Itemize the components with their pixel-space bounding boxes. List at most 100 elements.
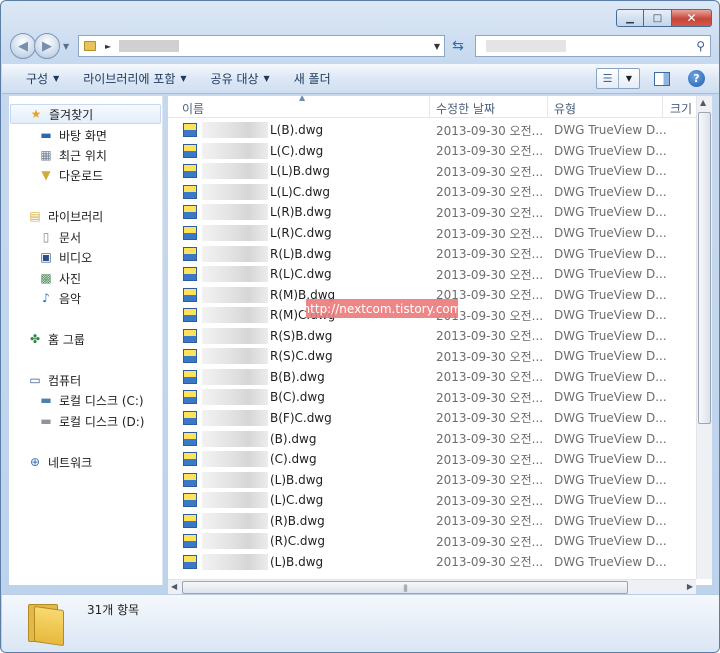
file-row[interactable]: B(F)C.dwg 2013-09-30 오전... DWG TrueView D.… (168, 408, 698, 429)
file-row[interactable]: (L)B.dwg 2013-09-30 오전... DWG TrueView D..… (168, 469, 698, 490)
dwg-file-icon (183, 513, 197, 528)
file-date-modified: 2013-09-30 오전... (436, 205, 544, 220)
nav-documents[interactable]: ▯ 문서 (38, 227, 81, 247)
file-date-modified: 2013-09-30 오전... (436, 164, 544, 179)
column-divider[interactable] (429, 96, 430, 118)
file-row[interactable]: L(L)C.dwg 2013-09-30 오전... DWG TrueView D.… (168, 182, 698, 203)
file-row[interactable]: R(S)C.dwg 2013-09-30 오전... DWG TrueView D.… (168, 346, 698, 367)
file-type: DWG TrueView D... (554, 308, 667, 323)
file-name: (R)C.dwg (270, 534, 325, 549)
file-row[interactable]: (R)C.dwg 2013-09-30 오전... DWG TrueView D..… (168, 531, 698, 552)
organize-button[interactable]: 구성 ▼ (26, 70, 59, 87)
back-button[interactable]: ◀ (10, 33, 36, 59)
nav-computer[interactable]: ▭ 컴퓨터 (27, 370, 81, 390)
nav-favorites-label: 즐겨찾기 (49, 107, 94, 122)
scroll-right-icon[interactable]: ▶ (687, 582, 693, 591)
file-name-redacted (202, 225, 268, 241)
nav-drive-c[interactable]: ▬ 로컬 디스크 (C:) (38, 390, 144, 410)
file-row[interactable]: (B).dwg 2013-09-30 오전... DWG TrueView D... (168, 428, 698, 449)
chevron-down-icon: ▼ (263, 74, 270, 83)
preview-pane-icon[interactable] (654, 71, 670, 86)
nav-downloads[interactable]: ▼ 다운로드 (38, 165, 103, 185)
new-folder-button[interactable]: 새 폴더 (294, 70, 331, 87)
nav-drive-d[interactable]: ▬ 로컬 디스크 (D:) (38, 411, 144, 431)
minimize-button[interactable]: ▁ (616, 9, 644, 27)
nav-network[interactable]: ⊕ 네트워크 (27, 452, 92, 472)
nav-pictures[interactable]: ▩ 사진 (38, 268, 81, 288)
file-name-redacted (202, 409, 268, 426)
file-row[interactable]: L(B).dwg 2013-09-30 오전... DWG TrueView D..… (168, 120, 698, 141)
column-size[interactable]: 크기 (670, 100, 692, 117)
navigation-buttons: ◀ ▶ ▼ (10, 33, 69, 59)
share-with-label: 공유 대상 (210, 72, 259, 86)
forward-button[interactable]: ▶ (34, 33, 60, 59)
scroll-up-icon[interactable]: ▲ (700, 98, 706, 107)
downloads-folder-icon: ▼ (41, 168, 51, 182)
file-name: R(S)B.dwg (270, 328, 333, 343)
file-row[interactable]: B(B).dwg 2013-09-30 오전... DWG TrueView D..… (168, 367, 698, 388)
search-box[interactable]: ⚲ (475, 35, 711, 57)
file-date-modified: 2013-09-30 오전... (436, 226, 544, 241)
refresh-button[interactable]: ⇆ (447, 35, 469, 57)
file-row[interactable]: R(L)B.dwg 2013-09-30 오전... DWG TrueView D.… (168, 243, 698, 264)
view-dropdown-icon[interactable]: ▼ (619, 74, 639, 83)
file-row[interactable]: R(S)B.dwg 2013-09-30 오전... DWG TrueView D.… (168, 326, 698, 347)
column-name[interactable]: 이름 (182, 100, 204, 117)
file-name: L(R)C.dwg (270, 226, 332, 240)
forward-arrow-icon: ▶ (42, 38, 52, 54)
file-row[interactable]: R(L)C.dwg 2013-09-30 오전... DWG TrueView D.… (168, 264, 698, 285)
address-path-redacted (119, 40, 180, 52)
nav-recent-places[interactable]: ▦ 최근 위치 (38, 145, 107, 165)
recent-pages-dropdown[interactable]: ▼ (63, 42, 69, 51)
desktop-icon: ▬ (40, 128, 52, 142)
nav-homegroup[interactable]: ✤ 홈 그룹 (27, 329, 85, 349)
file-name-redacted (202, 348, 268, 365)
nav-videos[interactable]: ▣ 비디오 (38, 247, 92, 267)
file-row[interactable]: L(R)C.dwg 2013-09-30 오전... DWG TrueView D.… (168, 223, 698, 244)
include-in-library-button[interactable]: 라이브러리에 포함 ▼ (83, 70, 186, 87)
vertical-scrollbar[interactable]: ▲ (696, 96, 712, 579)
nav-desktop-label: 바탕 화면 (59, 128, 107, 143)
nav-favorites[interactable]: ★ 즐겨찾기 (10, 104, 161, 124)
file-row[interactable]: (C).dwg 2013-09-30 오전... DWG TrueView D... (168, 449, 698, 470)
dwg-file-icon (183, 410, 197, 425)
change-view-button[interactable]: ☰ ▼ (596, 68, 640, 89)
breadcrumb-arrow-icon[interactable]: ► (105, 42, 111, 51)
maximize-button[interactable]: □ (644, 9, 672, 27)
file-row[interactable]: L(R)B.dwg 2013-09-30 오전... DWG TrueView D.… (168, 202, 698, 223)
scroll-left-icon[interactable]: ◀ (171, 582, 177, 591)
file-row[interactable]: (L)B.dwg 2013-09-30 오전... DWG TrueView D..… (168, 552, 698, 573)
file-name: B(F)C.dwg (270, 410, 332, 425)
file-name: (R)B.dwg (270, 513, 325, 528)
column-divider[interactable] (547, 96, 548, 118)
address-dropdown-icon[interactable]: ▼ (434, 42, 440, 51)
file-date-modified: 2013-09-30 오전... (436, 432, 544, 446)
column-date-modified[interactable]: 수정한 날짜 (436, 100, 495, 117)
column-divider[interactable] (662, 96, 663, 118)
share-with-button[interactable]: 공유 대상 ▼ (211, 70, 270, 87)
close-button[interactable]: ✕ (672, 9, 712, 27)
file-row[interactable]: (R)B.dwg 2013-09-30 오전... DWG TrueView D..… (168, 510, 698, 531)
search-icon[interactable]: ⚲ (696, 39, 705, 53)
address-bar[interactable]: ► ▼ (78, 35, 445, 57)
vertical-scroll-thumb[interactable] (698, 112, 711, 424)
file-row[interactable]: L(C).dwg 2013-09-30 오전... DWG TrueView D..… (168, 141, 698, 162)
file-name: B(C).dwg (270, 390, 325, 405)
nav-drive-c-label: 로컬 디스크 (C:) (59, 393, 144, 408)
file-row[interactable]: B(C).dwg 2013-09-30 오전... DWG TrueView D..… (168, 387, 698, 408)
file-name-redacted (202, 471, 268, 488)
file-date-modified: 2013-09-30 오전... (436, 390, 544, 405)
file-row[interactable]: L(L)B.dwg 2013-09-30 오전... DWG TrueView D.… (168, 161, 698, 182)
horizontal-scrollbar[interactable]: ◀ ||| ▶ (168, 579, 696, 595)
file-name: L(L)B.dwg (270, 164, 330, 179)
help-icon[interactable]: ? (688, 70, 705, 87)
nav-desktop[interactable]: ▬ 바탕 화면 (38, 125, 107, 145)
file-name: L(C).dwg (270, 143, 324, 158)
network-icon: ⊕ (29, 455, 41, 469)
nav-libraries[interactable]: ▤ 라이브러리 (27, 206, 103, 226)
file-type: DWG TrueView D... (554, 554, 667, 569)
nav-music[interactable]: ♪ 음악 (38, 288, 81, 308)
column-type[interactable]: 유형 (554, 100, 576, 117)
file-row[interactable]: (L)C.dwg 2013-09-30 오전... DWG TrueView D..… (168, 490, 698, 511)
horizontal-scroll-thumb[interactable]: ||| (182, 581, 628, 594)
